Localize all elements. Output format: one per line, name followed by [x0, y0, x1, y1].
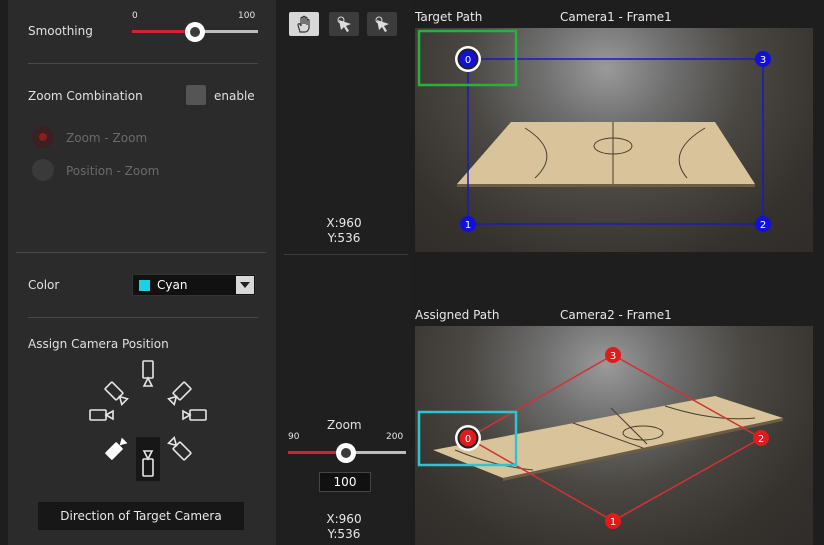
svg-text:1: 1: [610, 517, 616, 528]
smoothing-track-fill: [132, 30, 192, 33]
hand-icon: [297, 15, 310, 33]
radio-position-zoom-label: Position - Zoom: [66, 164, 160, 178]
zoom-combination-label: Zoom Combination: [28, 89, 143, 103]
assigned-point-2[interactable]: 2: [753, 430, 769, 446]
camera-top-right-icon[interactable]: [167, 381, 192, 406]
smoothing-slider-handle[interactable]: [185, 22, 205, 42]
assign-camera-label: Assign Camera Position: [28, 337, 169, 351]
color-label: Color: [28, 278, 60, 292]
assigned-point-3[interactable]: 3: [605, 347, 621, 363]
direction-tooltip: Direction of Target Camera: [38, 502, 244, 530]
smoothing-label: Smoothing: [28, 24, 93, 38]
color-swatch: [139, 280, 150, 291]
zoom-label: Zoom: [327, 418, 362, 432]
assigned-point-1[interactable]: 1: [605, 513, 621, 529]
target-coord-y: Y:536: [327, 231, 361, 245]
camera-top-left-icon[interactable]: [104, 381, 129, 406]
zoom-value-field[interactable]: 100: [319, 472, 371, 492]
target-court-canvas: 0 1 2 3: [417, 29, 771, 232]
assigned-coord-y: Y:536: [327, 527, 361, 541]
camera-bottom-left-icon[interactable]: [105, 437, 128, 460]
assigned-camera-view[interactable]: 0 1 2 3: [415, 326, 813, 545]
assigned-point-0[interactable]: 0: [455, 425, 481, 451]
target-camera-view[interactable]: 0 1 2 3: [415, 28, 813, 252]
target-view-camera: Camera1 - Frame1: [560, 10, 672, 24]
camera-left-icon[interactable]: [89, 409, 114, 421]
tool-column: X:960 Y:536 Zoom 90 200 100 X:960 Y:536: [280, 0, 410, 545]
assigned-coord-x: X:960: [326, 512, 362, 526]
zoom-slider-handle[interactable]: [336, 443, 356, 463]
svg-text:3: 3: [610, 351, 616, 362]
target-cursor-alt-icon: [375, 16, 389, 32]
chevron-down-icon[interactable]: [236, 276, 254, 294]
target-coord-x: X:960: [326, 216, 362, 230]
divider: [16, 252, 266, 253]
smoothing-slider[interactable]: [132, 20, 258, 44]
enable-checkbox[interactable]: [186, 85, 206, 105]
court-floor: [457, 122, 755, 187]
target-view-title: Target Path: [415, 10, 483, 24]
zoom-min-label: 90: [288, 432, 300, 442]
camera-bottom-right-icon[interactable]: [167, 436, 192, 461]
assigned-court-canvas: 0 1 2 3: [417, 347, 783, 529]
radio-zoom-zoom[interactable]: [32, 126, 54, 148]
court-floor: [433, 396, 783, 481]
camera-top-icon[interactable]: [142, 360, 154, 387]
target-point-0[interactable]: 0: [455, 46, 481, 72]
settings-panel: Smoothing 0 100 Zoom Combination enable …: [8, 0, 276, 545]
target-point-3[interactable]: 3: [755, 51, 771, 67]
svg-text:1: 1: [465, 220, 471, 231]
target-cursor-icon: [337, 16, 351, 32]
target-alt-tool-button[interactable]: [367, 12, 397, 36]
target-tool-button[interactable]: [329, 12, 359, 36]
radio-zoom-zoom-label: Zoom - Zoom: [66, 131, 148, 145]
assigned-view-camera: Camera2 - Frame1: [560, 308, 672, 322]
target-point-1[interactable]: 1: [460, 216, 476, 232]
divider: [28, 63, 258, 64]
svg-text:0: 0: [465, 434, 471, 445]
assigned-view-title: Assigned Path: [415, 308, 500, 322]
svg-text:0: 0: [465, 55, 471, 66]
divider: [28, 317, 258, 318]
radio-position-zoom[interactable]: [32, 159, 54, 181]
camera-direction-grid: [89, 360, 207, 481]
hand-tool-button[interactable]: [289, 12, 319, 36]
color-select[interactable]: Cyan: [132, 274, 256, 296]
zoom-max-label: 200: [386, 432, 404, 442]
color-select-value: Cyan: [157, 278, 188, 292]
target-point-2[interactable]: 2: [755, 216, 771, 232]
camera-right-icon[interactable]: [182, 409, 207, 421]
divider: [284, 254, 408, 255]
svg-text:3: 3: [760, 55, 766, 66]
enable-label: enable: [214, 89, 255, 103]
svg-text:2: 2: [758, 434, 764, 445]
svg-text:2: 2: [760, 220, 766, 231]
zoom-slider[interactable]: [288, 442, 406, 464]
